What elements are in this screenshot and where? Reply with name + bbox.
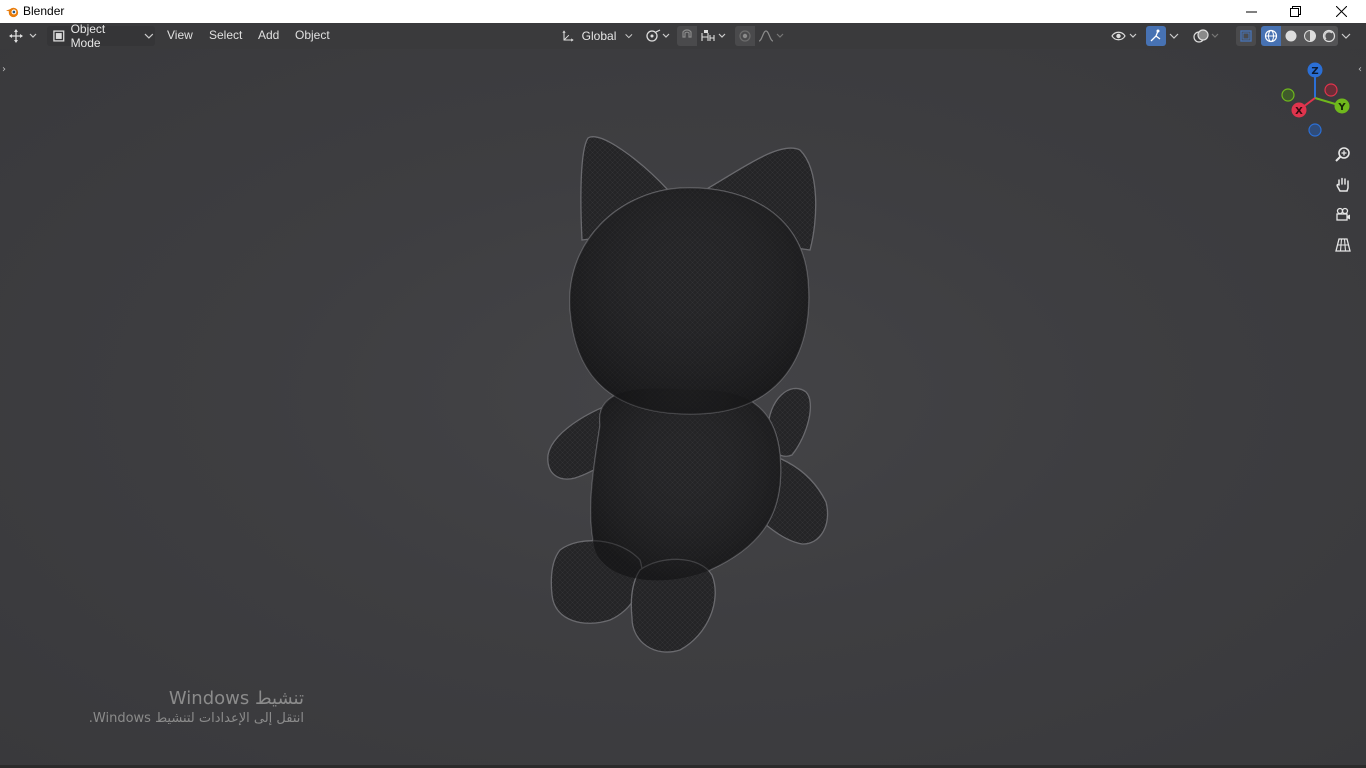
editor-type-button[interactable] (8, 26, 38, 46)
neg-z-axis[interactable] (1308, 123, 1322, 137)
overlay-toggle[interactable] (1192, 26, 1222, 46)
object-move-editor-icon (9, 29, 37, 43)
x-axis-label: X (1295, 106, 1303, 117)
restore-button[interactable] (1272, 0, 1318, 23)
blender-logo-icon (5, 7, 19, 18)
falloff-curve-icon (758, 30, 784, 42)
material-shading-button[interactable] (1300, 26, 1319, 46)
sidebar-expand-icon[interactable]: ‹ (1358, 64, 1362, 75)
menu-select[interactable]: Select (209, 28, 242, 42)
gizmo-dropdown[interactable] (1168, 26, 1180, 46)
rendered-shading-icon (1322, 29, 1335, 43)
toolbar-expand-icon[interactable]: › (2, 64, 6, 75)
close-icon (1335, 6, 1347, 17)
x-axis-handle[interactable]: X (1291, 102, 1307, 118)
ortho-grid-icon (1335, 238, 1351, 252)
orientation-label: Global (581, 29, 617, 43)
snap-target-dropdown[interactable] (699, 26, 729, 46)
wireframe-shading-icon (1264, 29, 1278, 43)
chevron-down-icon (1341, 33, 1351, 39)
navigation-gizmo[interactable]: Z Y X (1274, 60, 1358, 144)
orientation-axes-icon (562, 30, 574, 42)
minimize-icon (1245, 11, 1257, 13)
minimize-button[interactable] (1228, 0, 1274, 23)
neg-x-axis[interactable] (1324, 83, 1338, 97)
close-button[interactable] (1318, 0, 1364, 23)
falloff-dropdown[interactable] (757, 26, 787, 46)
overlay-toggle-icon (1193, 29, 1219, 43)
rendered-shading-button[interactable] (1319, 26, 1338, 46)
snap-increment-icon (701, 30, 726, 41)
visibility-eye-icon (1111, 31, 1137, 41)
mode-label: Object Mode (70, 22, 106, 50)
z-axis-label: Z (1311, 66, 1318, 77)
gizmo-toggle-icon (1150, 29, 1161, 42)
pivot-point-icon (646, 29, 670, 42)
black-cat-plush-mesh[interactable] (540, 130, 840, 660)
pan-hand-icon (1336, 177, 1349, 192)
ortho-toggle-button[interactable] (1330, 232, 1356, 258)
mode-dropdown[interactable]: Object Mode (47, 22, 155, 50)
xray-toggle-icon (1240, 30, 1252, 42)
window-title: Blender (23, 4, 65, 18)
y-axis-label: Y (1337, 102, 1346, 113)
transform-orientation-dropdown[interactable]: Global (558, 26, 634, 46)
solid-shading-icon (1285, 30, 1296, 42)
y-axis-handle[interactable]: Y (1334, 98, 1350, 114)
chevron-down-icon (144, 33, 154, 39)
shading-dropdown[interactable] (1340, 26, 1352, 46)
material-shading-icon (1303, 30, 1316, 42)
menu-object[interactable]: Object (295, 28, 330, 42)
magnet-icon (682, 29, 692, 38)
menu-add[interactable]: Add (258, 28, 279, 42)
window-titlebar: Blender (0, 0, 1366, 23)
object-mode-icon (53, 30, 65, 42)
chevron-down-icon (625, 34, 633, 39)
restore-icon (1289, 6, 1301, 17)
viewport-header: Object Mode View Select Add Object Globa… (0, 22, 1366, 50)
snap-toggle[interactable] (677, 26, 697, 46)
proportional-edit-icon (739, 30, 751, 42)
camera-view-button[interactable] (1330, 202, 1356, 228)
chevron-down-icon (1169, 33, 1179, 39)
solid-shading-button[interactable] (1281, 26, 1300, 46)
watermark-title: تنشيط Windows (168, 688, 304, 709)
xray-toggle[interactable] (1236, 26, 1256, 46)
pivot-point-dropdown[interactable] (643, 26, 673, 46)
visibility-dropdown[interactable] (1110, 26, 1140, 46)
pan-button[interactable] (1330, 172, 1356, 198)
zoom-icon (1335, 147, 1350, 162)
menu-view[interactable]: View (167, 28, 193, 42)
neg-y-axis[interactable] (1281, 88, 1295, 102)
windows-activation-watermark: تنشيط Windows انتقل إلى الإعدادات لتنشيط… (89, 688, 304, 726)
proportional-edit-toggle[interactable] (735, 26, 755, 46)
watermark-subtitle: انتقل إلى الإعدادات لتنشيط Windows. (88, 711, 304, 726)
z-axis-handle[interactable]: Z (1307, 62, 1323, 78)
wireframe-shading-button[interactable] (1261, 26, 1281, 46)
camera-view-icon (1336, 207, 1350, 221)
gizmo-toggle[interactable] (1146, 26, 1166, 46)
zoom-button[interactable] (1330, 142, 1356, 168)
